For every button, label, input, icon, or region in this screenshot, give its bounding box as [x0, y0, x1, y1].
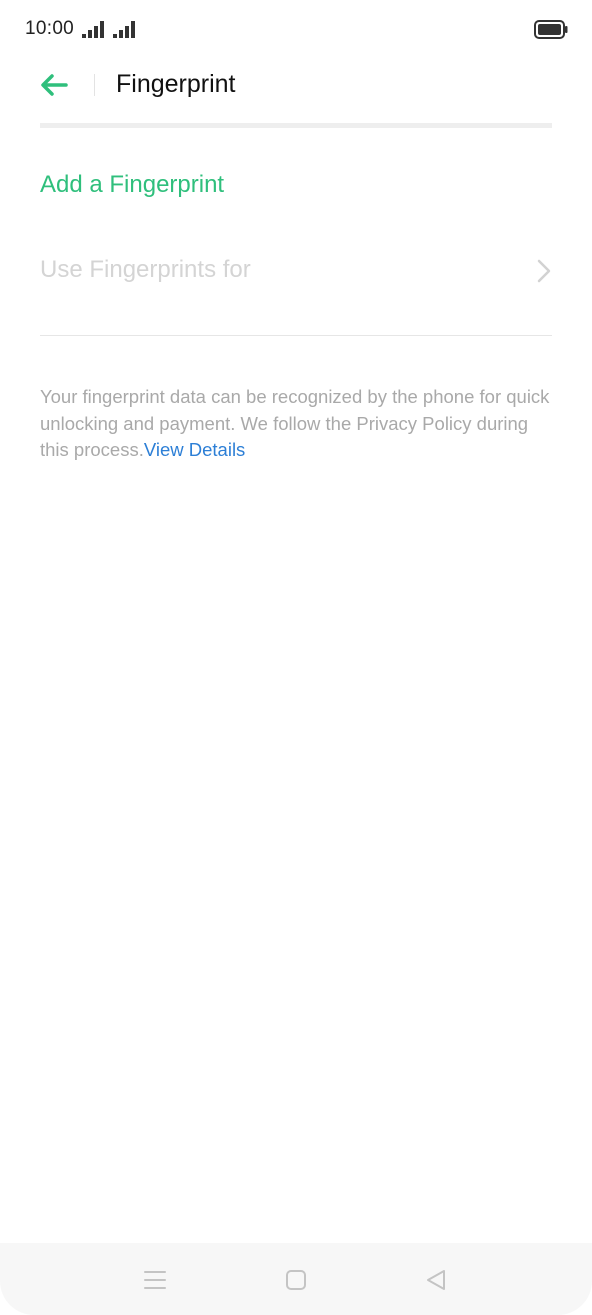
view-details-link[interactable]: View Details — [144, 439, 245, 460]
back-triangle-icon[interactable] — [423, 1267, 449, 1293]
home-icon[interactable] — [283, 1267, 309, 1293]
use-fingerprints-for-item[interactable]: Use Fingerprints for — [40, 244, 552, 298]
status-time: 10:00 — [25, 18, 75, 39]
signal-icon — [113, 21, 135, 38]
add-fingerprint-button[interactable]: Add a Fingerprint — [40, 171, 224, 199]
privacy-info-body: Your fingerprint data can be recognized … — [40, 386, 550, 460]
privacy-info-text: Your fingerprint data can be recognized … — [40, 384, 560, 464]
arrow-left-icon — [41, 74, 68, 96]
battery-icon — [534, 20, 568, 39]
signal-icon — [82, 21, 104, 38]
list-divider — [40, 335, 552, 336]
header: Fingerprint — [0, 60, 592, 124]
status-bar: 10:00 — [0, 0, 592, 60]
header-divider-line — [40, 123, 552, 128]
page-title: Fingerprint — [116, 70, 236, 98]
menu-icon[interactable] — [142, 1267, 168, 1293]
chevron-right-icon — [537, 259, 551, 283]
header-divider — [94, 74, 95, 96]
use-fingerprints-for-label: Use Fingerprints for — [40, 256, 251, 283]
back-button[interactable] — [36, 68, 80, 102]
navigation-bar — [0, 1243, 592, 1315]
